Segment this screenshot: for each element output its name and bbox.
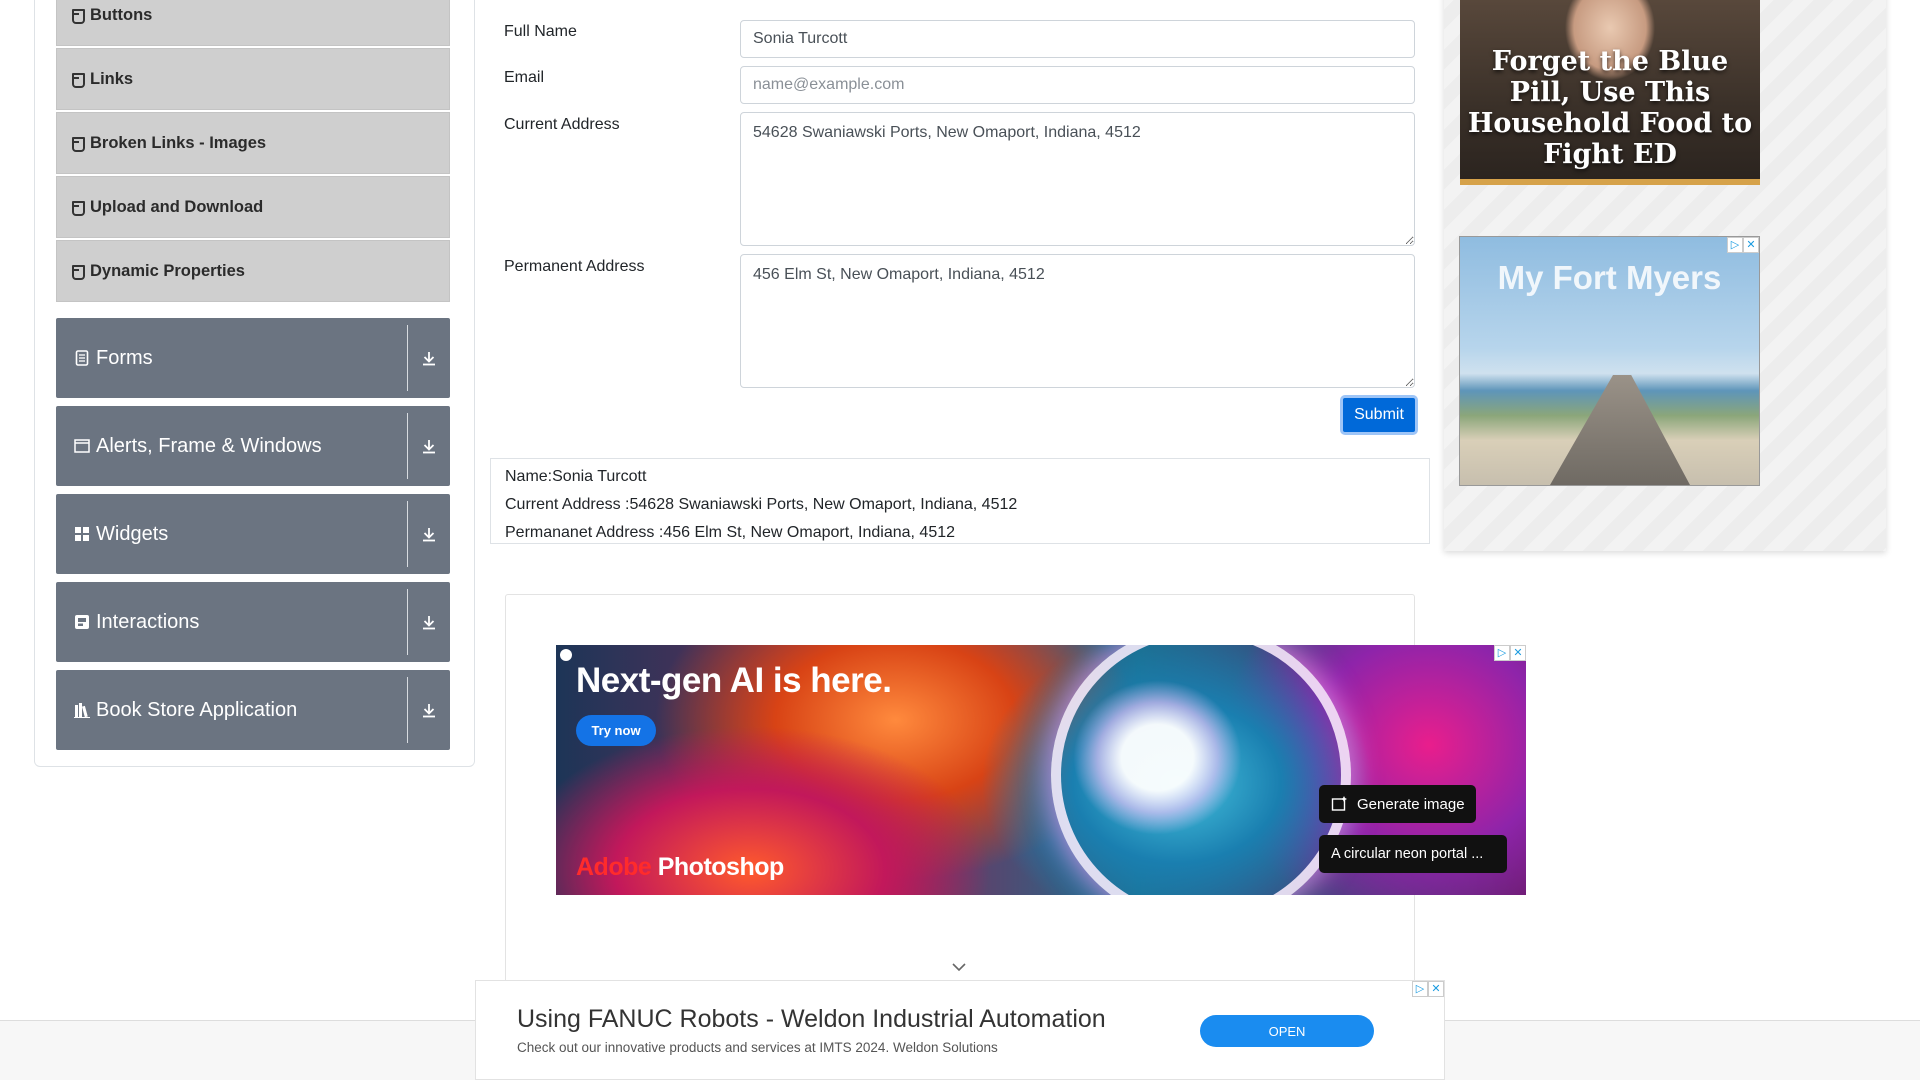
current-address-label: Current Address xyxy=(504,116,620,133)
menu-item-links[interactable]: Links xyxy=(56,48,450,110)
menu-item-dynamic-properties[interactable]: Dynamic Properties xyxy=(56,240,450,302)
shield-icon xyxy=(71,136,85,152)
download-icon[interactable] xyxy=(408,494,450,574)
adobe-ad-banner[interactable]: Next-gen AI is here. Try now Adobe Photo… xyxy=(556,645,1526,895)
email-input[interactable] xyxy=(740,66,1415,104)
generate-image-label: Generate image xyxy=(1357,795,1465,813)
sparkle-image-icon xyxy=(1331,796,1347,811)
adobe-headline: Next-gen AI is here. xyxy=(576,661,892,700)
adchoices-icon[interactable] xyxy=(560,649,572,661)
group-alerts-frame-windows[interactable]: Alerts, Frame & Windows xyxy=(56,406,450,486)
email-label: Email xyxy=(504,69,545,86)
output-name: Name:Sonia Turcott xyxy=(505,468,647,485)
submit-button[interactable]: Submit xyxy=(1340,395,1418,435)
fanuc-ad-subtitle: Check out our innovative products and se… xyxy=(517,1040,998,1055)
shield-icon xyxy=(71,72,85,88)
fanuc-ad-title: Using FANUC Robots - Weldon Industrial A… xyxy=(517,1005,1106,1033)
adchoices-icon[interactable]: ▷ xyxy=(1412,981,1428,997)
close-icon[interactable]: ✕ xyxy=(1510,645,1526,661)
window-icon xyxy=(74,438,90,454)
download-icon[interactable] xyxy=(408,318,450,398)
shield-icon xyxy=(71,200,85,216)
elements-menu-list: Buttons Links Broken Links - Images Uplo… xyxy=(56,0,450,304)
try-now-button[interactable]: Try now xyxy=(576,715,656,746)
adchoices-icon[interactable]: ▷ xyxy=(1727,237,1743,253)
menu-item-label: Links xyxy=(90,69,134,88)
group-label: Book Store Application xyxy=(96,698,298,721)
close-icon[interactable]: ✕ xyxy=(1428,981,1444,997)
group-widgets[interactable]: Widgets xyxy=(56,494,450,574)
menu-item-broken-links[interactable]: Broken Links - Images xyxy=(56,112,450,174)
adobe-photoshop-logo: Adobe Photoshop xyxy=(576,853,784,881)
group-label: Alerts, Frame & Windows xyxy=(96,434,322,457)
shield-icon xyxy=(71,8,85,24)
output-box: Name:Sonia Turcott Current Address :5462… xyxy=(490,458,1430,544)
bookstore-icon xyxy=(74,702,90,718)
permanent-address-label: Permanent Address xyxy=(504,258,645,275)
chevron-down-icon[interactable] xyxy=(950,958,968,976)
download-icon[interactable] xyxy=(408,406,450,486)
full-name-label: Full Name xyxy=(504,23,577,40)
prompt-input[interactable]: A circular neon portal ... xyxy=(1319,835,1507,873)
fort-myers-title: My Fort Myers xyxy=(1497,259,1722,296)
boardwalk-image xyxy=(1550,375,1690,485)
food-ad-headline: Forget the Blue Pill, Use This Household… xyxy=(1467,46,1753,170)
menu-item-buttons[interactable]: Buttons xyxy=(56,0,450,46)
close-icon[interactable]: ✕ xyxy=(1743,237,1759,253)
group-forms[interactable]: Forms xyxy=(56,318,450,398)
fanuc-ad[interactable]: Using FANUC Robots - Weldon Industrial A… xyxy=(475,980,1445,1080)
current-address-textarea[interactable]: 54628 Swaniawski Ports, New Omaport, Ind… xyxy=(740,112,1415,246)
full-name-input[interactable] xyxy=(740,20,1415,58)
interactions-icon xyxy=(74,614,90,630)
group-label: Widgets xyxy=(96,522,169,545)
neon-portal-ring xyxy=(1051,645,1351,895)
group-label: Interactions xyxy=(96,610,200,633)
food-ad[interactable]: Forget the Blue Pill, Use This Household… xyxy=(1460,0,1760,185)
menu-item-label: Dynamic Properties xyxy=(90,261,245,280)
open-button[interactable]: OPEN xyxy=(1200,1015,1374,1047)
permanent-address-textarea[interactable]: 456 Elm St, New Omaport, Indiana, 4512 xyxy=(740,254,1415,388)
group-book-store[interactable]: Book Store Application xyxy=(56,670,450,750)
group-label: Forms xyxy=(96,346,153,369)
shield-icon xyxy=(71,264,85,280)
fort-myers-ad[interactable]: My Fort Myers ▷ ✕ xyxy=(1459,236,1760,486)
download-icon[interactable] xyxy=(408,670,450,750)
menu-item-label: Broken Links - Images xyxy=(90,133,267,152)
adchoices-icon[interactable]: ▷ xyxy=(1494,645,1510,661)
menu-item-label: Buttons xyxy=(90,5,153,24)
menu-item-upload-download[interactable]: Upload and Download xyxy=(56,176,450,238)
form-icon xyxy=(74,350,90,366)
menu-item-label: Upload and Download xyxy=(90,197,264,216)
generate-image-button[interactable]: Generate image xyxy=(1319,785,1476,823)
group-interactions[interactable]: Interactions xyxy=(56,582,450,662)
output-current-address: Current Address :54628 Swaniawski Ports,… xyxy=(505,496,1018,513)
output-permanent-address: Permananet Address :456 Elm St, New Omap… xyxy=(505,524,956,541)
download-icon[interactable] xyxy=(408,582,450,662)
widgets-icon xyxy=(74,526,90,542)
